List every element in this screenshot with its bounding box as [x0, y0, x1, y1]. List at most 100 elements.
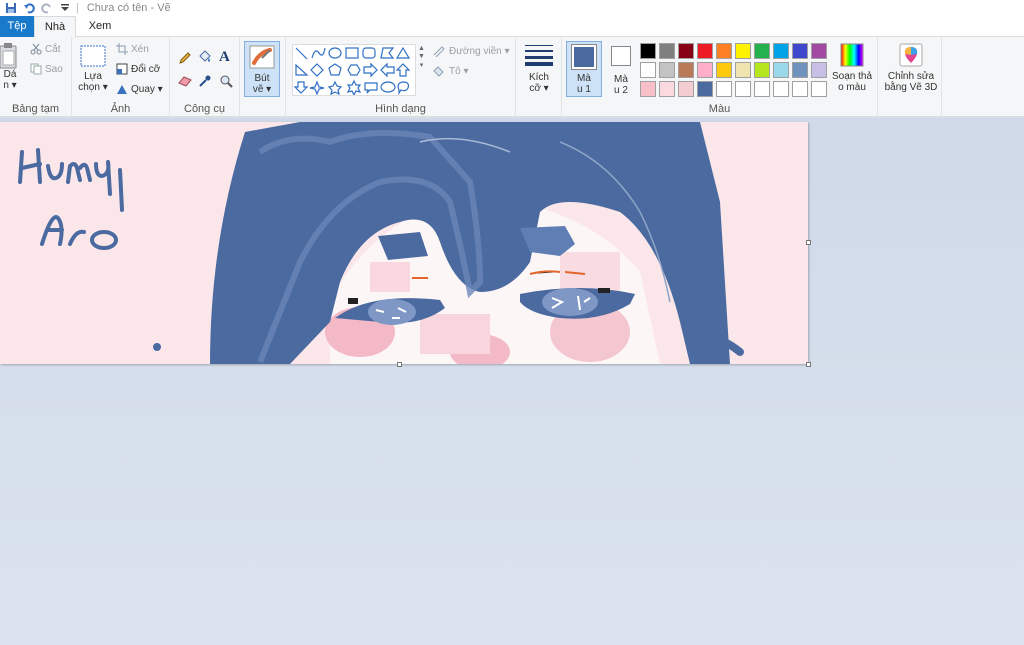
palette-swatch[interactable]: [678, 81, 694, 97]
scroll-up-icon[interactable]: ▲: [418, 45, 425, 52]
palette-swatch[interactable]: [716, 62, 732, 78]
line-shape-icon[interactable]: [295, 47, 308, 60]
paint3d-icon: [899, 43, 923, 67]
shapes-scroll[interactable]: ▲ ▼ ▾: [418, 45, 425, 69]
palette-swatch[interactable]: [773, 43, 789, 59]
cloud-callout-shape-icon[interactable]: [397, 81, 410, 95]
oval-callout-shape-icon[interactable]: [380, 81, 396, 93]
palette-swatch[interactable]: [735, 81, 751, 97]
magnifier-icon[interactable]: [219, 74, 233, 88]
up-arrow-shape-icon[interactable]: [395, 63, 411, 77]
title-bar: | Chưa có tên - Vẽ: [0, 0, 1024, 16]
palette-swatch[interactable]: [773, 62, 789, 78]
palette-swatch[interactable]: [659, 43, 675, 59]
fill-button[interactable]: Tô ▾: [432, 65, 468, 77]
palette-swatch[interactable]: [659, 81, 675, 97]
gallery-more-icon[interactable]: ▾: [420, 61, 424, 69]
paste-button[interactable]: Dá n ▾: [0, 43, 20, 91]
redo-icon[interactable]: [40, 1, 54, 15]
resize-button[interactable]: Đổi cỡ: [116, 63, 160, 75]
triangle-shape-icon[interactable]: [395, 46, 411, 59]
shapes-group-label: Hình dạng: [375, 103, 426, 115]
hexagon-shape-icon[interactable]: [347, 64, 361, 76]
down-arrow-shape-icon[interactable]: [293, 81, 309, 94]
oval-shape-icon[interactable]: [328, 47, 342, 59]
palette-swatch[interactable]: [697, 43, 713, 59]
size-button[interactable]: Kích cỡ ▾: [523, 43, 555, 94]
palette-swatch[interactable]: [735, 43, 751, 59]
save-icon[interactable]: [4, 1, 18, 15]
colors-group-label: Màu: [708, 103, 731, 115]
palette-swatch[interactable]: [811, 43, 827, 59]
text-tool-icon[interactable]: A: [219, 49, 230, 66]
left-arrow-shape-icon[interactable]: [380, 62, 395, 78]
palette-swatch[interactable]: [678, 43, 694, 59]
right-arrow-shape-icon[interactable]: [363, 62, 378, 78]
drawing-canvas[interactable]: [0, 122, 808, 364]
scroll-down-icon[interactable]: ▼: [418, 53, 425, 60]
right-triangle-shape-icon[interactable]: [295, 63, 309, 76]
six-point-star-shape-icon[interactable]: [346, 79, 362, 97]
palette-swatch[interactable]: [792, 43, 808, 59]
rectangle-shape-icon[interactable]: [345, 47, 359, 59]
pentagon-shape-icon[interactable]: [328, 63, 342, 76]
palette-swatch[interactable]: [754, 81, 770, 97]
palette-swatch[interactable]: [697, 81, 713, 97]
palette-swatch[interactable]: [716, 43, 732, 59]
brushes-button[interactable]: Bút vẽ ▾: [244, 41, 280, 97]
rounded-rectangle-shape-icon[interactable]: [362, 47, 376, 59]
rotate-button[interactable]: Quay ▾: [116, 83, 163, 95]
undo-icon[interactable]: [22, 1, 36, 15]
window-title: Chưa có tên - Vẽ: [86, 2, 171, 14]
palette-swatch[interactable]: [773, 81, 789, 97]
palette-swatch[interactable]: [754, 62, 770, 78]
palette-swatch[interactable]: [792, 81, 808, 97]
color2-label-2: u 2: [614, 85, 628, 96]
title-separator: |: [76, 2, 79, 14]
tab-view[interactable]: Xem: [80, 16, 120, 37]
palette-swatch[interactable]: [754, 43, 770, 59]
resize-handle-bottom[interactable]: [397, 362, 402, 367]
palette-swatch[interactable]: [659, 62, 675, 78]
fill-bucket-icon[interactable]: [198, 49, 212, 65]
color1-swatch: [571, 44, 597, 70]
select-button[interactable]: Lựa chọn ▾: [78, 45, 108, 93]
palette-swatch[interactable]: [640, 81, 656, 97]
resize-handle-right[interactable]: [806, 240, 811, 245]
rectangular-callout-shape-icon[interactable]: [364, 82, 378, 94]
shapes-gallery[interactable]: [292, 44, 416, 97]
polygon-shape-icon[interactable]: [380, 47, 395, 59]
copy-button[interactable]: Sao: [30, 63, 63, 75]
customize-qat-icon[interactable]: [58, 1, 72, 15]
five-point-star-shape-icon[interactable]: [327, 80, 343, 96]
palette-swatch[interactable]: [735, 62, 751, 78]
eraser-icon[interactable]: [178, 75, 192, 87]
pencil-icon[interactable]: [178, 51, 192, 65]
palette-swatch[interactable]: [678, 62, 694, 78]
four-point-star-shape-icon[interactable]: [309, 80, 325, 96]
edit-colors-button[interactable]: Soạn thả o màu: [830, 43, 874, 93]
tab-file[interactable]: Tệp: [0, 16, 34, 37]
palette-swatch[interactable]: [640, 43, 656, 59]
color2-button[interactable]: Mà u 2: [606, 43, 636, 96]
size-label-1: Kích: [528, 72, 549, 83]
tools-group: A Công cụ: [170, 37, 240, 117]
curve-shape-icon[interactable]: [311, 47, 326, 59]
palette-swatch[interactable]: [811, 62, 827, 78]
tab-home[interactable]: Nhà: [34, 16, 76, 38]
crop-button[interactable]: Xén: [116, 43, 149, 55]
cut-button[interactable]: Cắt: [30, 43, 61, 55]
line-size-icon: [525, 45, 553, 66]
color1-button[interactable]: Mà u 1: [566, 41, 602, 97]
diamond-shape-icon[interactable]: [310, 63, 324, 77]
palette-swatch[interactable]: [811, 81, 827, 97]
resize-handle-corner[interactable]: [806, 362, 811, 367]
outline-button[interactable]: Đường viền ▾: [432, 45, 510, 57]
palette-swatch[interactable]: [697, 62, 713, 78]
cut-label: Cắt: [45, 43, 61, 55]
edit-with-paint3d-button[interactable]: Chỉnh sửa bằng Vẽ 3D: [882, 43, 940, 93]
palette-swatch[interactable]: [640, 62, 656, 78]
palette-swatch[interactable]: [792, 62, 808, 78]
palette-swatch[interactable]: [716, 81, 732, 97]
color-picker-icon[interactable]: [198, 74, 212, 88]
